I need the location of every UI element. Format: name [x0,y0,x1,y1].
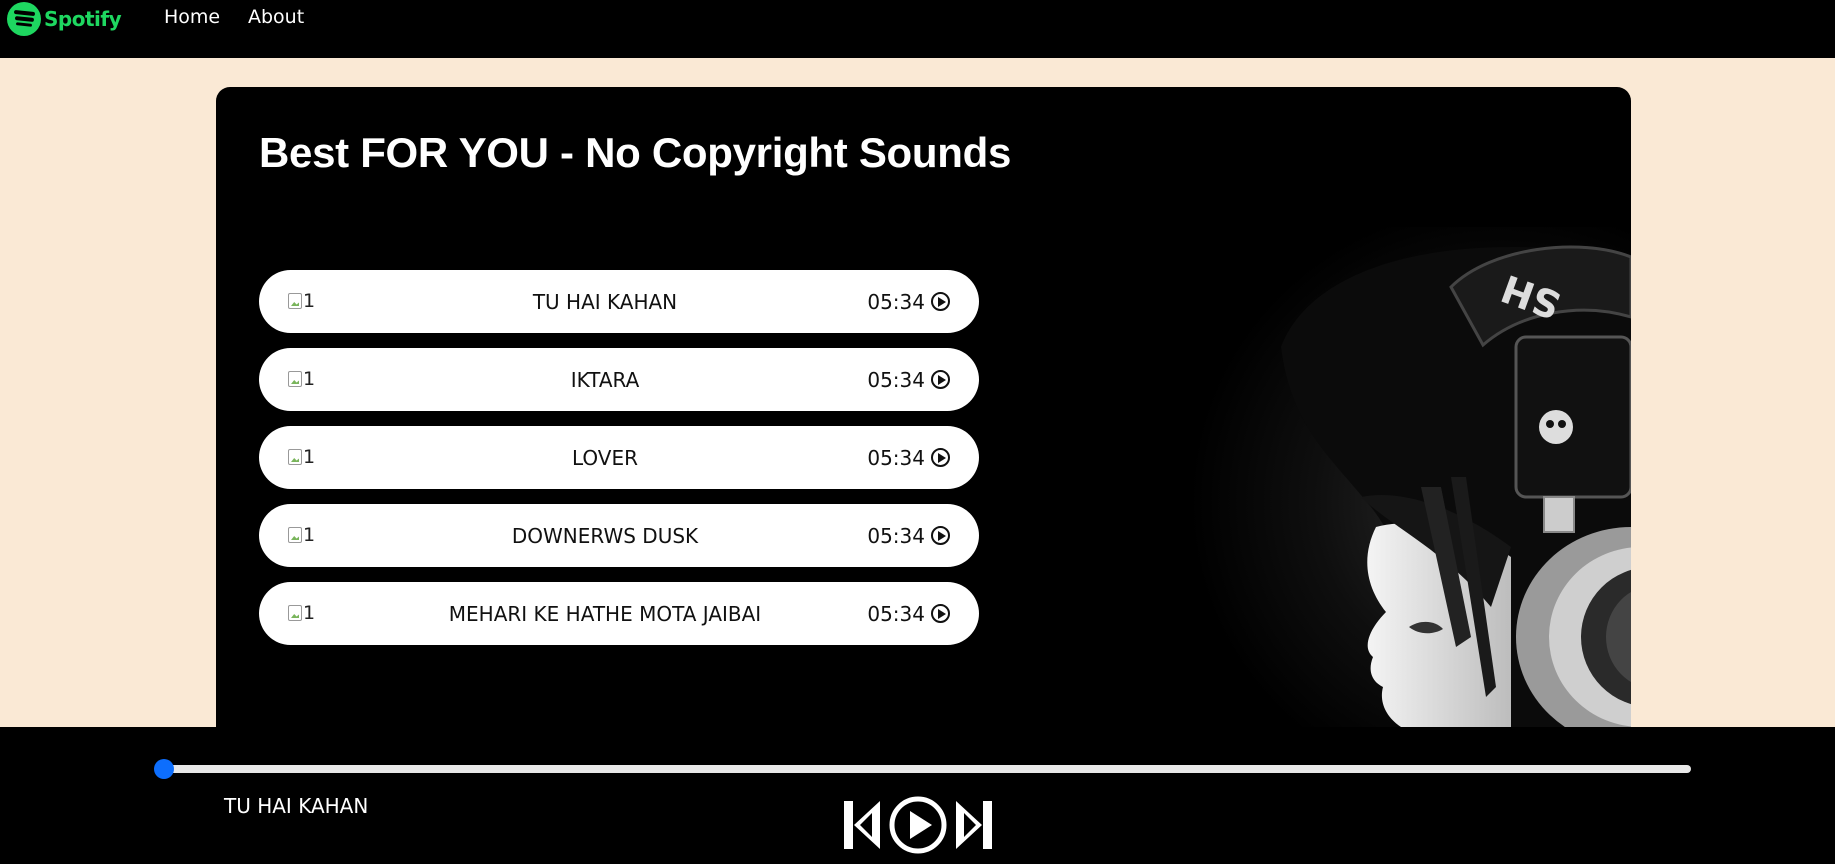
song-name: LOVER [571,445,639,470]
song-name: IKTARA [570,367,640,392]
song-item[interactable]: 1 LOVER 05:34 [259,426,979,489]
song-duration: 05:34 [867,446,950,470]
song-name: TU HAI KAHAN [532,289,678,314]
play-icon[interactable] [931,370,950,389]
next-icon[interactable] [954,797,994,853]
song-duration: 05:34 [867,602,950,626]
play-icon[interactable] [931,448,950,467]
playlist-container: Best FOR YOU - No Copyright Sounds 1 TU … [216,87,1631,727]
song-duration-text: 05:34 [867,289,925,314]
song-list: 1 TU HAI KAHAN 05:34 1 IKTARA 05:34 1 LO… [259,270,979,660]
song-duration-text: 05:34 [867,601,925,626]
headphone-girl-image: SH [1111,227,1631,727]
song-duration-text: 05:34 [867,367,925,392]
song-duration-text: 05:34 [867,445,925,470]
play-icon[interactable] [931,526,950,545]
play-icon[interactable] [931,604,950,623]
now-playing-title: TU HAI KAHAN [224,794,369,818]
navbar: Spotify Home About [0,0,1835,58]
previous-icon[interactable] [842,797,882,853]
player-bar: TU HAI KAHAN [0,727,1835,864]
song-duration-text: 05:34 [867,523,925,548]
song-duration: 05:34 [867,524,950,548]
play-icon[interactable] [931,292,950,311]
progress-slider-thumb[interactable] [154,759,174,779]
song-item[interactable]: 1 DOWNERWS DUSK 05:34 [259,504,979,567]
nav-about-link[interactable]: About [248,6,304,28]
progress-slider[interactable] [154,759,1691,779]
nav-home-link[interactable]: Home [164,6,220,28]
song-duration: 05:34 [867,290,950,314]
song-item[interactable]: 1 MEHARI KE HATHE MOTA JAIBAI 05:34 [259,582,979,645]
player-controls [842,795,994,855]
page-title: Best FOR YOU - No Copyright Sounds [259,129,1012,176]
song-duration: 05:34 [867,368,950,392]
brand-name: Spotify [44,7,122,31]
spotify-logo-icon [7,2,41,36]
play-icon[interactable] [888,795,948,855]
song-item[interactable]: 1 TU HAI KAHAN 05:34 [259,270,979,333]
song-name: MEHARI KE HATHE MOTA JAIBAI [448,601,762,626]
song-item[interactable]: 1 IKTARA 05:34 [259,348,979,411]
song-name: DOWNERWS DUSK [511,523,699,548]
spotify-logo[interactable]: Spotify [7,2,122,36]
